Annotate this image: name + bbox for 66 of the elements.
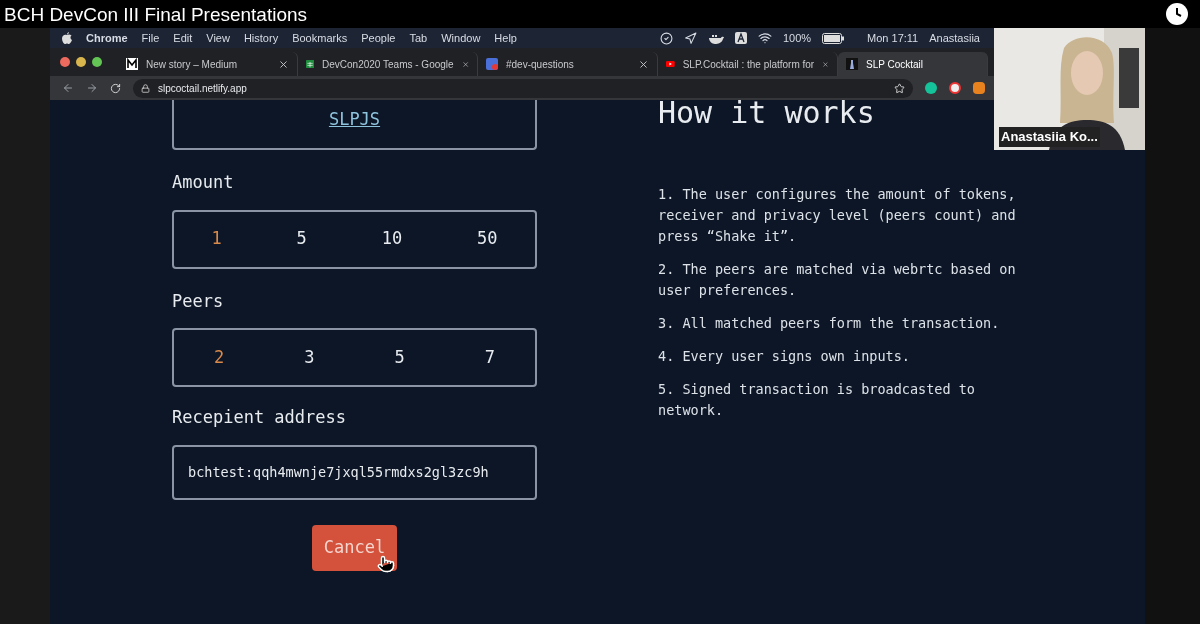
- tab-title: #dev-questions: [506, 57, 575, 72]
- wifi-icon[interactable]: [757, 31, 772, 45]
- tab-title: New story – Medium: [146, 57, 239, 72]
- how-it-works-heading: How it works: [658, 98, 876, 128]
- menu-item[interactable]: Bookmarks: [292, 29, 348, 47]
- keyboard-input-icon[interactable]: [734, 32, 747, 44]
- menu-item[interactable]: Window: [441, 29, 481, 47]
- tab-title: DevCon2020 Teams - Google: [322, 57, 454, 72]
- menu-item[interactable]: Edit: [173, 29, 193, 47]
- step-text: 4. Every user signs own inputs.: [658, 347, 911, 366]
- video-title: BCH DevCon III Final Presentations: [4, 4, 308, 24]
- menu-item[interactable]: Help: [494, 29, 517, 47]
- step-text: 2. The peers are matched via webrtc based on user preferences.: [658, 260, 1017, 300]
- battery-icon[interactable]: [822, 32, 845, 44]
- slpjs-link[interactable]: SLPJS: [328, 107, 381, 133]
- close-icon[interactable]: [278, 58, 289, 70]
- tab-title: SLP.Cocktail : the platform for: [682, 57, 815, 72]
- menu-item[interactable]: File: [141, 29, 160, 47]
- option[interactable]: 7: [476, 344, 503, 371]
- tab-title: SLP Cocktail: [866, 57, 925, 72]
- hand-cursor-icon: [377, 554, 395, 573]
- chat-app-icon: [486, 58, 498, 70]
- menu-app-name[interactable]: Chrome: [86, 29, 128, 47]
- close-icon[interactable]: [638, 58, 649, 70]
- extension-icon[interactable]: [949, 82, 961, 94]
- address-field[interactable]: slpcoctail.netlify.app: [133, 78, 913, 98]
- menu-item[interactable]: People: [361, 29, 396, 47]
- option[interactable]: 1: [203, 226, 230, 252]
- letter-m-icon: [126, 58, 138, 70]
- participant-name: Anastasiia Ko...: [999, 127, 1100, 147]
- option[interactable]: 5: [288, 226, 315, 252]
- check-circle-icon[interactable]: [659, 31, 673, 45]
- peers-label: Peers: [172, 289, 225, 313]
- apple-icon[interactable]: [62, 32, 72, 44]
- spreadsheet-icon: [306, 58, 315, 70]
- option[interactable]: 2: [206, 344, 233, 371]
- step-text: 3. All matched peers form the transaction.: [658, 314, 1001, 333]
- step-text: 5. Signed transaction is broadcasted to network.: [658, 380, 976, 420]
- menu-item[interactable]: Tab: [409, 29, 428, 47]
- option[interactable]: 3: [296, 344, 323, 371]
- menu-item[interactable]: View: [206, 29, 230, 47]
- menu-clock: Mon 17:11: [867, 30, 919, 46]
- reload-icon[interactable]: [110, 82, 121, 94]
- menu-user-name[interactable]: Anastasiia: [929, 29, 980, 47]
- browser-tab[interactable]: SLP Cocktail: [838, 52, 988, 76]
- option[interactable]: 50: [469, 226, 506, 252]
- whale-icon[interactable]: [707, 32, 724, 44]
- amount-label: Amount: [172, 171, 235, 194]
- address-input[interactable]: bchtest:qqh4mwnje7jxql55rmdxs2gl3zc9h: [172, 444, 537, 500]
- cocktail-icon: [846, 58, 858, 70]
- battery-percentage: 100%: [782, 30, 812, 46]
- play-icon: [666, 59, 675, 69]
- option[interactable]: 5: [386, 344, 413, 371]
- bookmark-star-icon[interactable]: [894, 82, 905, 94]
- step-text: 1. The user configures the amount of tokens, receiver and privacy level (peers count) and press “Shake it”.: [658, 185, 1017, 246]
- extension-icon[interactable]: [925, 82, 937, 94]
- location-arrow-icon[interactable]: [683, 31, 697, 45]
- forward-arrow-icon[interactable]: [86, 82, 98, 94]
- clock-icon[interactable]: [1166, 3, 1188, 25]
- lock-icon: [141, 83, 150, 93]
- back-arrow-icon[interactable]: [62, 82, 74, 94]
- option[interactable]: 10: [373, 226, 411, 252]
- recipient-label: Recepient address: [172, 406, 347, 429]
- url-text: slpcoctail.netlify.app: [158, 81, 247, 96]
- extension-icon[interactable]: [973, 82, 985, 94]
- menu-item[interactable]: History: [243, 29, 279, 47]
